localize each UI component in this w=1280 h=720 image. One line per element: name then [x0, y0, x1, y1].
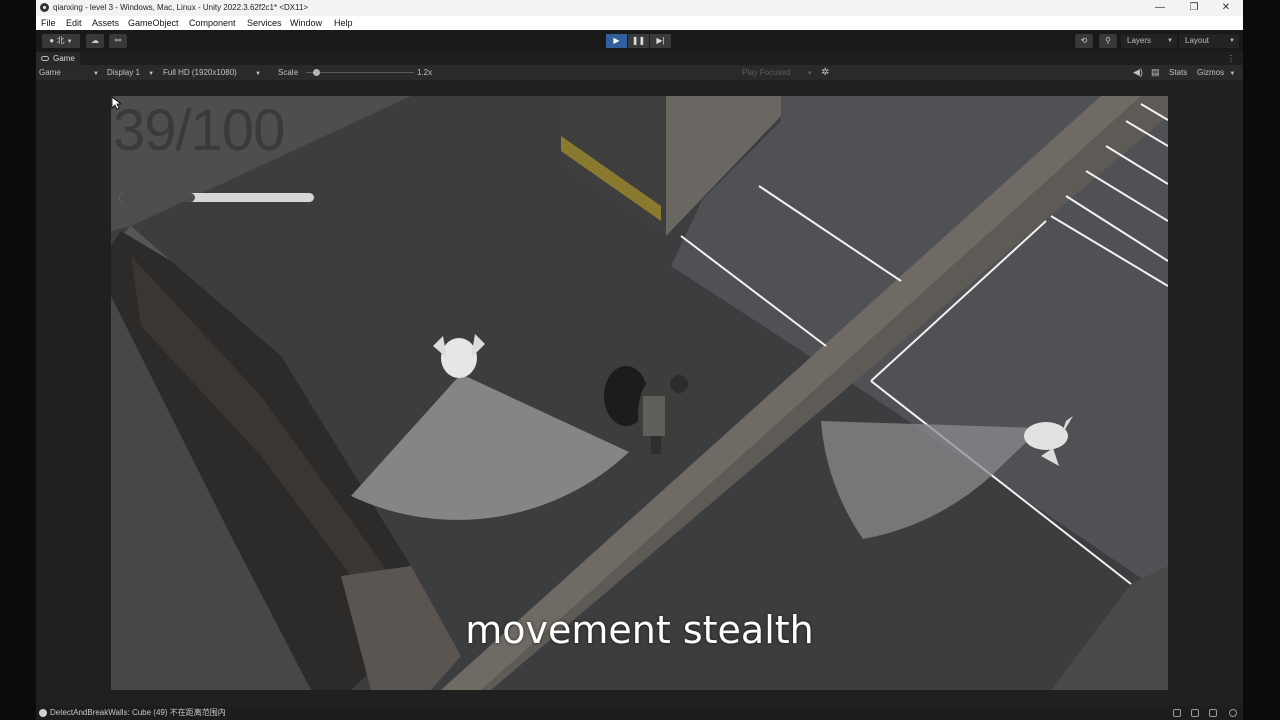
step-button[interactable]: ▶| [650, 34, 671, 48]
subtitle-caption: movement stealth [465, 608, 814, 652]
pause-button[interactable]: ❚❚ [628, 34, 649, 48]
menu-file[interactable]: File [41, 16, 56, 30]
history-button[interactable]: ⟲ [1075, 34, 1093, 48]
info-icon [39, 709, 47, 717]
keyboard-icon[interactable]: ▤ [1151, 65, 1160, 80]
minimize-button[interactable]: — [1143, 0, 1177, 16]
cloud-icon: ☁ [91, 36, 99, 45]
collab-button[interactable]: ⚯ [109, 34, 127, 48]
menu-bar: File Edit Assets GameObject Component Se… [36, 16, 1243, 30]
tab-game[interactable]: Game [36, 52, 80, 65]
close-button[interactable]: ✕ [1209, 0, 1243, 16]
scale-value: 1.2x [417, 68, 433, 77]
search-icon: ⚲ [1105, 36, 1111, 45]
bug-icon[interactable]: ✲ [821, 65, 829, 80]
scale-label: Scale [278, 68, 299, 77]
cache-icon[interactable] [1191, 709, 1199, 717]
stats-button[interactable]: Stats [1169, 65, 1187, 80]
account-dropdown[interactable]: ● 北 ▼ [42, 34, 80, 48]
cloud-button[interactable]: ☁ [86, 34, 104, 48]
game-render[interactable]: 39/100 movement stealth [111, 96, 1168, 690]
unity-editor-window: qianxing - level 3 - Windows, Mac, Linux… [36, 0, 1243, 720]
layout-label: Layout [1185, 36, 1210, 45]
progress-bar-fill [119, 193, 196, 202]
resolution-label: Full HD (1920x1080) [163, 68, 237, 77]
play-controls: ▶ ❚❚ ▶| [606, 34, 672, 48]
console-message[interactable]: DetectAndBreakWalls: Cube (49) 不在距离范围内 [50, 706, 226, 720]
window-title: qianxing - level 3 - Windows, Mac, Linux… [53, 3, 309, 12]
layout-dropdown[interactable]: Layout ▼ [1179, 34, 1239, 48]
chevron-down-icon: ▼ [1167, 38, 1173, 44]
chevron-down-icon: ▼ [255, 71, 261, 77]
main-toolbar: ● 北 ▼ ☁ ⚯ ▶ ❚❚ ▶| ⟲ ⚲ Layers ▼ Layout ▼ [36, 30, 1243, 52]
chevron-down-icon: ▼ [1229, 38, 1235, 44]
title-bar: qianxing - level 3 - Windows, Mac, Linux… [36, 0, 1243, 16]
status-bar: DetectAndBreakWalls: Cube (49) 不在距离范围内 [36, 706, 1243, 720]
chevron-down-icon: ▼ [148, 71, 155, 77]
mouse-cursor-icon [111, 96, 121, 110]
menu-assets[interactable]: Assets [92, 16, 119, 30]
account-icon: ● [49, 36, 55, 45]
play-button[interactable]: ▶ [606, 34, 627, 48]
account-label: 北 [56, 36, 65, 45]
check-icon[interactable] [1229, 709, 1237, 717]
progress-bar [119, 193, 314, 202]
collab-icon: ⚯ [114, 36, 122, 45]
view-mode-label: Game [39, 68, 61, 77]
debug-icon[interactable] [1209, 709, 1217, 717]
scale-slider-handle[interactable] [313, 69, 320, 76]
game-scene [111, 96, 1168, 690]
menu-services[interactable]: Services [247, 16, 282, 30]
display-label: Display 1 [107, 68, 140, 77]
menu-help[interactable]: Help [334, 16, 353, 30]
game-view-controls: Game ▼ Display 1 ▼ Full HD (1920x1080) ▼… [36, 65, 1243, 80]
tab-game-label: Game [53, 54, 75, 63]
unity-logo-icon [40, 3, 49, 12]
history-icon: ⟲ [1080, 36, 1088, 45]
layers-label: Layers [1127, 36, 1152, 45]
collectible-counter: 39/100 [113, 98, 285, 163]
menu-component[interactable]: Component [189, 16, 236, 30]
restore-button[interactable]: ❐ [1177, 0, 1211, 16]
progress-icon[interactable] [1173, 709, 1181, 717]
chevron-down-icon: ▼ [93, 71, 99, 77]
tab-bar: Game ⋮ [36, 52, 1243, 65]
chevron-down-icon: ▼ [806, 71, 813, 77]
menu-window[interactable]: Window [290, 16, 322, 30]
scale-slider-track[interactable] [306, 72, 414, 73]
gamepad-icon [41, 56, 49, 61]
play-focused-label: Play Focused [742, 68, 791, 77]
chevron-down-icon: ▼ [66, 39, 73, 45]
gizmos-label: Gizmos [1197, 68, 1225, 77]
mute-audio-icon[interactable]: ◀) [1133, 65, 1143, 80]
menu-gameobject[interactable]: GameObject [128, 16, 179, 30]
menu-edit[interactable]: Edit [66, 16, 82, 30]
tab-menu-button[interactable]: ⋮ [1227, 52, 1235, 65]
search-button[interactable]: ⚲ [1099, 34, 1117, 48]
layers-dropdown[interactable]: Layers ▼ [1121, 34, 1177, 48]
game-viewport[interactable]: 39/100 movement stealth [36, 80, 1243, 706]
chevron-down-icon: ▼ [1229, 71, 1236, 77]
